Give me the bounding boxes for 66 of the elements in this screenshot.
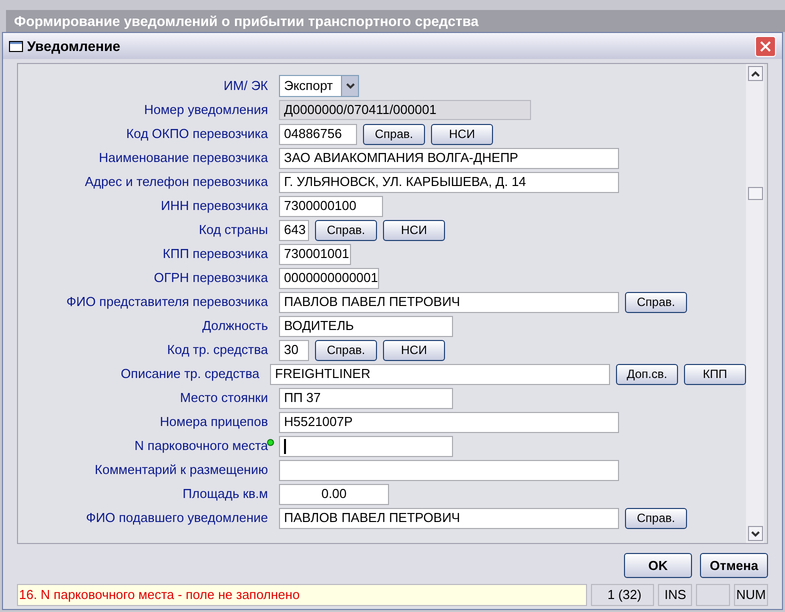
form-button[interactable]: НСИ [431, 124, 493, 144]
app-title-bar: Формирование уведомлений о прибытии транспортного средства [6, 10, 785, 32]
input-field[interactable]: 30 [279, 340, 309, 360]
field-label: Наименование перевозчика [98, 149, 268, 168]
input-field[interactable]: ПАВЛОВ ПАВЕЛ ПЕТРОВИЧ [279, 508, 619, 528]
form-button[interactable]: КПП [684, 364, 746, 384]
field-label: Должность [202, 317, 268, 336]
field-label: ИНН перевозчика [160, 197, 268, 216]
field-label: Номер уведомления [144, 101, 268, 120]
field-label: ФИО подавшего уведомление [86, 509, 268, 528]
form-button[interactable]: Справ. [625, 508, 687, 528]
field-label: ОГРН перевозчика [154, 269, 268, 288]
field-label: Место стоянки [180, 389, 268, 408]
field-label: Адрес и телефон перевозчика [84, 173, 268, 192]
status-cell: 1 (32) [590, 584, 654, 606]
field-label: Площадь кв.м [182, 485, 268, 504]
field-label: Описание тр. средства [120, 365, 260, 384]
input-field[interactable]: ПП 37 [279, 388, 453, 408]
form-button[interactable]: Справ. [363, 124, 425, 144]
input-field[interactable]: FREIGHTLINER [270, 364, 610, 384]
field-label: Номера прицепов [160, 413, 268, 432]
input-field[interactable]: ПАВЛОВ ПАВЕЛ ПЕТРОВИЧ [279, 292, 619, 312]
input-field[interactable] [279, 460, 619, 480]
form-button[interactable]: Справ. [625, 292, 687, 312]
close-icon [760, 40, 771, 52]
input-field[interactable]: ВОДИТЕЛЬ [279, 316, 453, 336]
text-cursor [284, 438, 286, 454]
status-cell: NUM [734, 584, 768, 606]
input-field[interactable]: 643 [279, 220, 309, 240]
input-field[interactable]: ЗАО АВИАКОМПАНИЯ ВОЛГА-ДНЕПР [279, 148, 619, 168]
field-label: Комментарий к размещению [94, 461, 268, 480]
scroll-up-icon[interactable] [748, 66, 762, 81]
status-cell: INS [658, 584, 692, 606]
scroll-thumb[interactable] [748, 187, 762, 200]
input-field[interactable]: 0.00 [279, 484, 389, 504]
input-field[interactable]: 04886756 [279, 124, 357, 144]
chevron-down-icon [341, 76, 358, 96]
dialog-title: Уведомление [27, 36, 122, 56]
form-button[interactable]: НСИ [383, 340, 445, 360]
scrollbar[interactable] [746, 64, 764, 543]
field-label: Код страны [198, 221, 268, 240]
field-label: КПП перевозчика [162, 245, 268, 264]
input-field[interactable]: 7300000100 [279, 196, 383, 216]
field-label: ИМ/ ЭК [224, 77, 268, 96]
window-icon [9, 40, 23, 52]
dialog-button[interactable]: Отмена [700, 553, 768, 578]
field-label: ФИО представителя перевозчика [66, 293, 268, 312]
field-label: Код ОКПО перевозчика [126, 125, 268, 144]
field-label: N парковочного места [134, 437, 268, 456]
form-button[interactable]: Доп.св. [616, 364, 678, 384]
input-field[interactable]: Н5521007Р [279, 412, 619, 432]
input-field[interactable] [279, 436, 453, 456]
scroll-down-icon[interactable] [748, 526, 762, 541]
field-label: Код тр. средства [167, 341, 268, 360]
dialog-button[interactable]: OK [624, 553, 692, 578]
status-message: 16. N парковочного места - поле не заполнено [17, 584, 587, 606]
status-cell [696, 584, 730, 606]
input-field: Д0000000/070411/000001 [279, 100, 531, 120]
type-select[interactable]: Экспорт [279, 75, 359, 97]
input-field[interactable]: 730001001 [279, 244, 351, 264]
close-button[interactable] [755, 36, 776, 56]
form-button[interactable]: Справ. [315, 220, 377, 240]
form-button[interactable]: НСИ [383, 220, 445, 240]
form-button[interactable]: Справ. [315, 340, 377, 360]
input-field[interactable]: Г. УЛЬЯНОВСК, УЛ. КАРБЫШЕВА, Д. 14 [279, 172, 619, 192]
input-field[interactable]: 0000000000001 [279, 268, 379, 288]
